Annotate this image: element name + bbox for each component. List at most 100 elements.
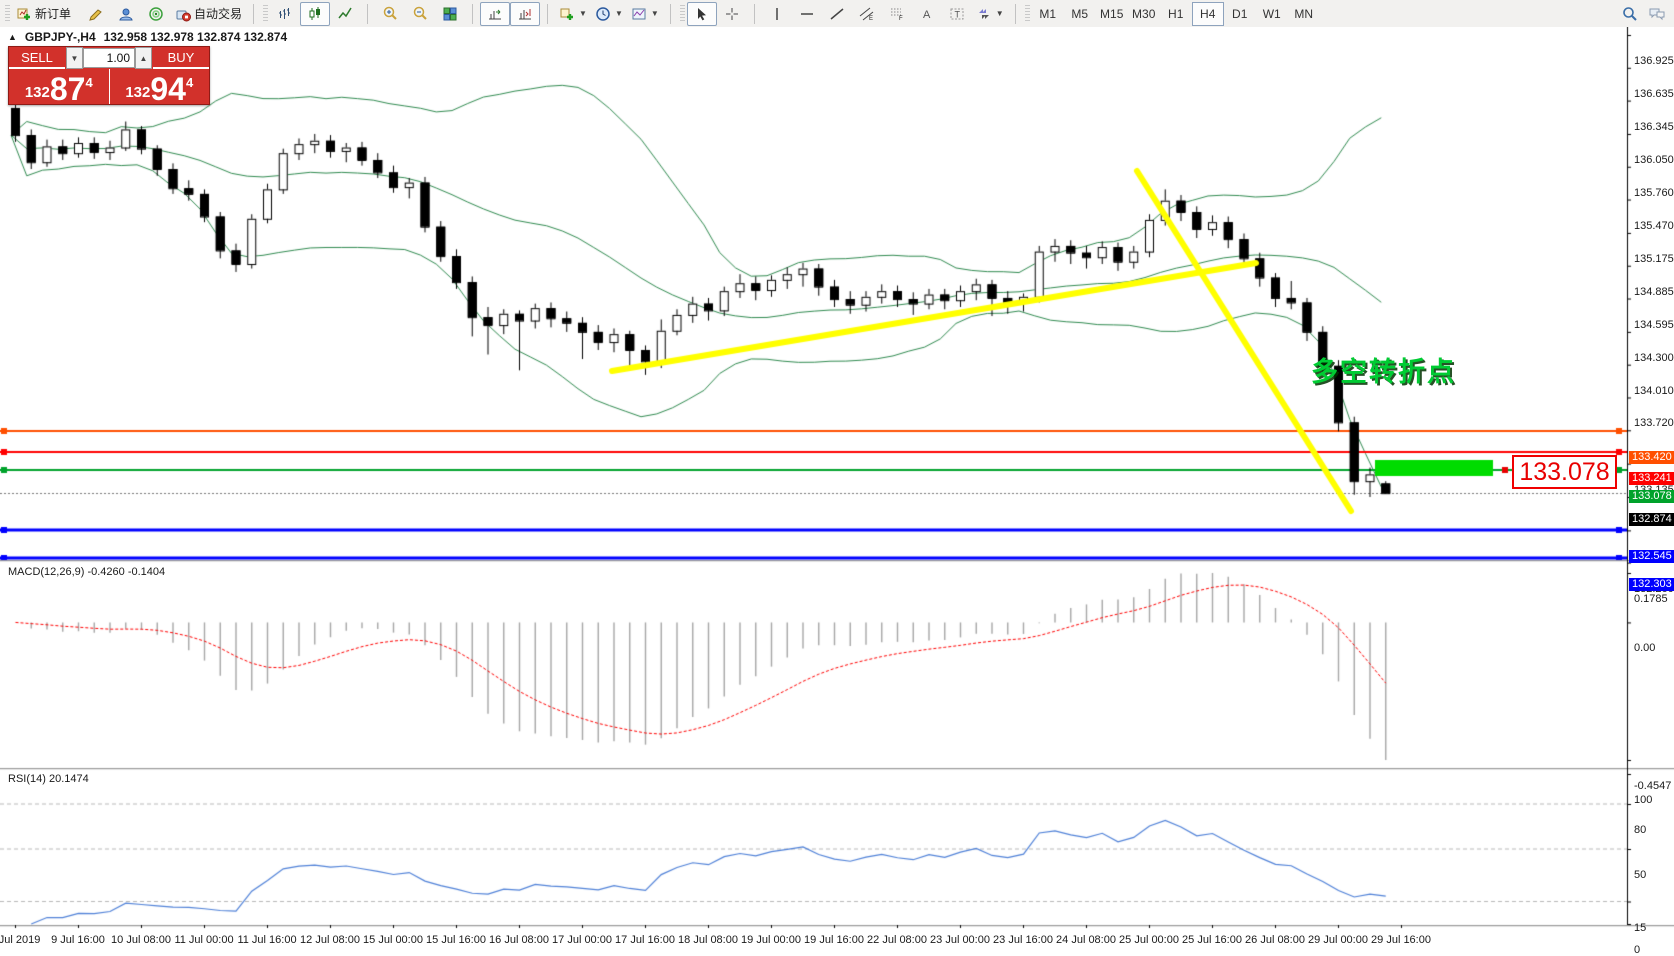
buy-button[interactable]: BUY [153, 47, 209, 69]
text-button[interactable]: A [912, 2, 942, 26]
zoom-out-button[interactable] [405, 2, 435, 26]
template-icon [631, 6, 647, 22]
rsi-indicator-label: RSI(14) 20.1474 [8, 773, 89, 785]
price-axis-tick: 134.885 [1634, 286, 1674, 298]
volume-increase-button[interactable]: ▲ [135, 47, 152, 69]
time-axis-label: 11 Jul 00:00 [174, 934, 233, 946]
main-toolbar: 新订单 自动交易 [0, 0, 1674, 28]
time-axis-label: 22 Jul 08:00 [867, 934, 927, 946]
vertical-line-icon [769, 6, 785, 22]
community-icon [118, 6, 134, 22]
time-axis-label: 23 Jul 16:00 [993, 934, 1053, 946]
price-axis-tick: 134.300 [1634, 352, 1674, 364]
sell-button[interactable]: SELL [9, 47, 65, 69]
clock-icon [595, 6, 611, 22]
cursor-button[interactable] [687, 2, 717, 26]
svg-text:A: A [923, 9, 931, 21]
timeframe-button-m5[interactable]: M5 [1064, 2, 1096, 26]
collapse-trade-panel-icon[interactable]: ▲ [8, 32, 17, 42]
candlestick-chart-button[interactable] [300, 2, 330, 26]
fibonacci-button[interactable]: F [882, 2, 912, 26]
buy-price-big: 94 [150, 76, 186, 103]
equidistant-channel-button[interactable]: E [852, 2, 882, 26]
timeframe-button-m15[interactable]: M15 [1096, 2, 1128, 26]
line-chart-button[interactable] [330, 2, 360, 26]
equidistant-channel-icon: E [859, 6, 875, 22]
templates-button[interactable]: ▼ [627, 2, 663, 26]
chat-icon[interactable] [1648, 6, 1666, 22]
price-axis-tick: 136.345 [1634, 121, 1674, 133]
metaeditor-button[interactable] [81, 2, 111, 26]
price-axis-tick: 133.720 [1634, 417, 1674, 429]
signals-button[interactable] [141, 2, 171, 26]
text-label-icon: T [949, 6, 965, 22]
timeframe-button-m30[interactable]: M30 [1128, 2, 1160, 26]
chart-shift-icon [517, 6, 533, 22]
zoom-in-button[interactable] [375, 2, 405, 26]
time-axis-label: 11 Jul 16:00 [237, 934, 296, 946]
svg-text:F: F [899, 16, 903, 22]
crosshair-button[interactable] [717, 2, 747, 26]
volume-input[interactable]: 1.00 [83, 48, 135, 68]
fibonacci-icon: F [889, 6, 905, 22]
price-chart-canvas[interactable] [0, 27, 1674, 947]
time-axis-label: 24 Jul 08:00 [1056, 934, 1116, 946]
svg-text:T: T [954, 9, 960, 19]
toolbar-separator [472, 4, 473, 24]
buy-price-button[interactable]: 132 94 4 [110, 69, 210, 104]
sell-price-small: 132 [25, 85, 50, 100]
vertical-line-button[interactable] [762, 2, 792, 26]
time-axis-label: 16 Jul 08:00 [489, 934, 549, 946]
quote-bar: ▲ GBPJPY-,H4 132.958 132.978 132.874 132… [8, 30, 287, 44]
zoom-out-icon [412, 6, 428, 22]
horizontal-line-icon [799, 6, 815, 22]
dropdown-caret-icon: ▼ [579, 9, 587, 18]
toolbar-grip[interactable] [263, 5, 268, 23]
time-axis-label: 25 Jul 00:00 [1119, 934, 1179, 946]
price-line-badge: 132.303 [1629, 578, 1674, 591]
toolbar-grip[interactable] [1025, 5, 1030, 23]
sell-price-button[interactable]: 132 87 4 [9, 69, 110, 104]
rsi-axis-tick: 80 [1634, 824, 1646, 836]
volume-decrease-button[interactable]: ▼ [66, 47, 83, 69]
toolbar-grip[interactable] [680, 5, 685, 23]
arrows-button[interactable]: ▼ [972, 2, 1008, 26]
indicators-button[interactable]: ▼ [555, 2, 591, 26]
toolbar-grip[interactable] [5, 5, 10, 23]
buy-price-sup: 4 [186, 76, 193, 89]
tile-windows-button[interactable] [435, 2, 465, 26]
dropdown-caret-icon: ▼ [651, 9, 659, 18]
community-button[interactable] [111, 2, 141, 26]
auto-scroll-icon [487, 6, 503, 22]
macd-axis-tick: 0.00 [1634, 642, 1655, 654]
time-axis-label: 29 Jul 16:00 [1371, 934, 1431, 946]
timeframe-button-w1[interactable]: W1 [1256, 2, 1288, 26]
periods-button[interactable]: ▼ [591, 2, 627, 26]
timeframe-button-d1[interactable]: D1 [1224, 2, 1256, 26]
timeframe-button-m1[interactable]: M1 [1032, 2, 1064, 26]
time-axis-label: 10 Jul 08:00 [111, 934, 171, 946]
horizontal-line-button[interactable] [792, 2, 822, 26]
bar-chart-icon [277, 6, 293, 22]
new-order-icon [16, 6, 32, 22]
timeframe-button-h1[interactable]: H1 [1160, 2, 1192, 26]
text-label-button[interactable]: T [942, 2, 972, 26]
timeframe-button-mn[interactable]: MN [1288, 2, 1320, 26]
timeframe-button-h4[interactable]: H4 [1192, 2, 1224, 26]
time-axis-label: 12 Jul 08:00 [300, 934, 360, 946]
chart-shift-button[interactable] [510, 2, 540, 26]
rsi-axis-tick: 100 [1634, 794, 1652, 806]
new-order-button[interactable]: 新订单 [12, 2, 75, 26]
auto-trading-button[interactable]: 自动交易 [171, 2, 246, 26]
auto-scroll-button[interactable] [480, 2, 510, 26]
trendline-button[interactable] [822, 2, 852, 26]
time-axis-label: 9 Jul 2019 [0, 934, 40, 946]
search-icon[interactable] [1622, 6, 1638, 22]
macd-indicator-label: MACD(12,26,9) -0.4260 -0.1404 [8, 566, 165, 578]
bar-chart-button[interactable] [270, 2, 300, 26]
toolbar-separator [1015, 4, 1016, 24]
tile-windows-icon [442, 6, 458, 22]
time-axis-label: 15 Jul 16:00 [426, 934, 486, 946]
line-chart-icon [337, 6, 353, 22]
price-axis-tick: 136.925 [1634, 55, 1674, 67]
